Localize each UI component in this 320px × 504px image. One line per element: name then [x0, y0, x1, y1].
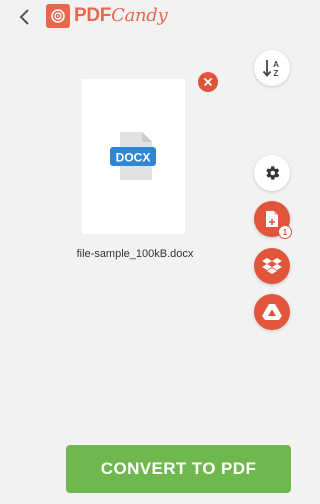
back-button[interactable]	[14, 6, 34, 28]
remove-file-button[interactable]	[198, 72, 218, 92]
add-file-button[interactable]: 1	[254, 201, 292, 239]
brand-secondary: Candy	[111, 5, 168, 26]
sort-bottom-letter: Z	[274, 69, 279, 78]
dropbox-icon	[262, 258, 282, 274]
docx-file-icon: DOCX	[110, 132, 156, 180]
docx-type-label: DOCX	[116, 151, 151, 165]
sort-top-letter: A	[273, 60, 279, 69]
chevron-left-icon	[19, 9, 29, 25]
google-drive-button[interactable]	[254, 294, 290, 330]
settings-button[interactable]	[254, 155, 290, 191]
sort-az-icon: A Z	[262, 60, 279, 78]
file-count-badge: 1	[278, 225, 292, 239]
app-header: PDFCandy	[0, 0, 300, 34]
convert-to-pdf-button[interactable]: CONVERT TO PDF	[66, 445, 291, 493]
google-drive-icon	[262, 304, 282, 320]
add-file-icon	[266, 211, 278, 227]
candy-logo-icon	[46, 4, 70, 28]
dropbox-button[interactable]	[254, 248, 290, 284]
pdfcandy-logo[interactable]: PDFCandy	[46, 4, 168, 28]
brand-primary: PDF	[74, 5, 112, 26]
sort-button[interactable]: A Z	[254, 50, 290, 86]
brand-name: PDFCandy	[74, 5, 168, 27]
file-name: file-sample_100kB.docx	[76, 248, 194, 260]
close-icon	[203, 77, 213, 87]
convert-button-label: CONVERT TO PDF	[100, 459, 257, 478]
gear-icon	[266, 166, 280, 180]
